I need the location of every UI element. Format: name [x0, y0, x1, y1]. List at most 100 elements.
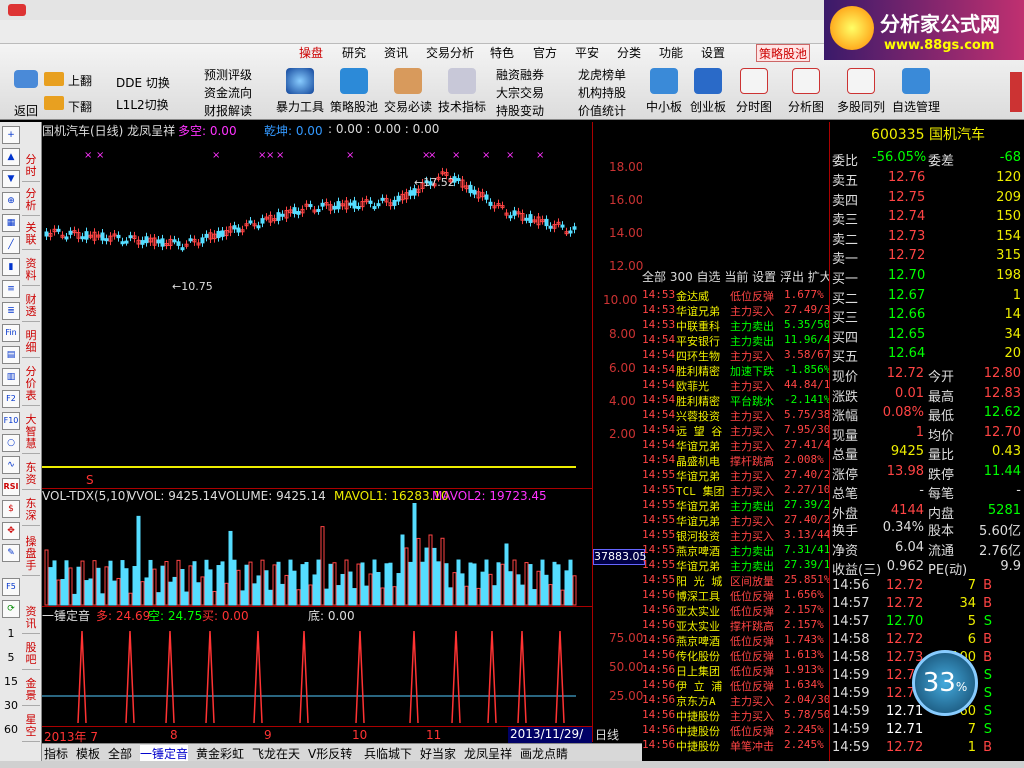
- value-stat-link[interactable]: 价值统计: [578, 102, 626, 119]
- wave-icon[interactable]: ∿: [2, 456, 20, 474]
- back-arrow-icon[interactable]: [14, 70, 38, 88]
- tech-indicator-button[interactable]: 技术指标: [434, 68, 490, 115]
- page-down-icon[interactable]: [44, 96, 64, 110]
- tab-forum[interactable]: 股吧: [22, 642, 40, 670]
- chart-sm-icon[interactable]: ▥: [2, 368, 20, 386]
- up-arrow-icon[interactable]: ▲: [2, 148, 20, 166]
- indicator-tab[interactable]: 模板: [76, 745, 100, 762]
- tape-row[interactable]: 14:55 燕京啤酒 主力卖出 7.31/41: [642, 543, 830, 558]
- analysis-chart-button[interactable]: 分析图: [780, 68, 832, 115]
- refresh-icon[interactable]: ⟳: [2, 600, 20, 618]
- tape-row[interactable]: 14:56 博深工具 低位反弹 1.656%: [642, 588, 830, 603]
- indicator-tab[interactable]: 画龙点睛: [520, 745, 568, 762]
- list-icon[interactable]: ≡: [2, 280, 20, 298]
- tab-finance[interactable]: 财透: [22, 294, 40, 322]
- tape-row[interactable]: 14:54 欧菲光 主力买入 44.84/1: [642, 378, 830, 393]
- l1l2-toggle-button[interactable]: L1L2切换: [116, 96, 169, 113]
- speed-badge[interactable]: 33%: [912, 650, 978, 716]
- tape-row[interactable]: 14:56 亚太实业 撑杆跳高 2.157%: [642, 618, 830, 633]
- tape-row[interactable]: 14:54 胜利精密 平台跳水 -2.141%: [642, 393, 830, 408]
- period-1[interactable]: 1: [2, 622, 20, 646]
- inst-hold-link[interactable]: 机构持股: [578, 84, 626, 101]
- tape-tabs[interactable]: 全部 300 自选 当前 设置 浮出 扩大: [642, 268, 830, 284]
- line-icon[interactable]: ╱: [2, 236, 20, 254]
- tape-row[interactable]: 14:54 四环生物 主力买入 3.58/67: [642, 348, 830, 363]
- power-tool-button[interactable]: 暴力工具: [272, 68, 328, 115]
- tape-row[interactable]: 14:56 中捷股份 单笔冲击 2.245%: [642, 738, 830, 753]
- move-icon[interactable]: ✥: [2, 522, 20, 540]
- indicator-tab[interactable]: 一锤定音: [140, 745, 189, 762]
- indicator-tab[interactable]: V形反转: [308, 745, 352, 762]
- tape-row[interactable]: 14:55 TCL 集团 主力买入 2.27/10: [642, 483, 830, 498]
- pen-icon[interactable]: ✎: [2, 544, 20, 562]
- tape-row[interactable]: 14:56 传化股份 低位反弹 1.613%: [642, 648, 830, 663]
- candle-bar-icon[interactable]: ▮: [2, 258, 20, 276]
- menu-pingan[interactable]: 平安: [575, 44, 599, 62]
- tab-profile[interactable]: 资料: [22, 258, 40, 286]
- menu-trade-analysis[interactable]: 交易分析: [426, 44, 474, 62]
- tape-row[interactable]: 14:55 华谊兄弟 主力卖出 27.39/2: [642, 498, 830, 513]
- tab-analysis[interactable]: 分析: [22, 188, 40, 216]
- indicator-tab[interactable]: 好当家: [420, 745, 456, 762]
- menu-official[interactable]: 官方: [533, 44, 557, 62]
- menu-strategy-pool[interactable]: 策略股池: [756, 44, 811, 62]
- period-15[interactable]: 15: [2, 670, 20, 694]
- margin-link[interactable]: 融资融券: [496, 66, 544, 83]
- indicator-tab[interactable]: 兵临城下: [364, 745, 412, 762]
- tape-row[interactable]: 14:54 华谊兄弟 主力买入 27.41/4: [642, 438, 830, 453]
- tape-row[interactable]: 14:55 华谊兄弟 主力买入 27.40/2: [642, 513, 830, 528]
- tab-price-table[interactable]: 分价表: [22, 366, 40, 406]
- tab-dongzi[interactable]: 东资: [22, 462, 40, 490]
- menu-settings[interactable]: 设置: [701, 44, 725, 62]
- tape-row[interactable]: 14:56 日上集团 低位反弹 1.913%: [642, 663, 830, 678]
- tape-row[interactable]: 14:53 中联重科 主力卖出 5.35/50: [642, 318, 830, 333]
- watchlist-manage-button[interactable]: 自选管理: [886, 68, 946, 115]
- tape-row[interactable]: 14:56 京东方A 主力买入 2.04/30: [642, 693, 830, 708]
- tape-row[interactable]: 14:54 兴蓉投资 主力买入 5.75/38: [642, 408, 830, 423]
- list2-icon[interactable]: ≣: [2, 302, 20, 320]
- tab-news[interactable]: 资讯: [22, 606, 40, 634]
- fin-icon[interactable]: Fin: [2, 324, 20, 342]
- zoom-in-icon[interactable]: ⊕: [2, 192, 20, 210]
- f5-icon[interactable]: F5: [2, 578, 20, 596]
- tab-jinjing[interactable]: 金景: [22, 678, 40, 706]
- menu-category[interactable]: 分类: [617, 44, 641, 62]
- tape-row[interactable]: 14:55 华谊兄弟 主力买入 27.40/2: [642, 468, 830, 483]
- tape-row[interactable]: 14:54 平安银行 主力卖出 11.96/4: [642, 333, 830, 348]
- toolbar-scroll-handle[interactable]: [1010, 72, 1022, 112]
- menu-news[interactable]: 资讯: [384, 44, 408, 62]
- dragon-tiger-link[interactable]: 龙虎榜单: [578, 66, 626, 83]
- tab-xingkong[interactable]: 星空: [22, 714, 40, 742]
- period-60[interactable]: 60: [2, 718, 20, 742]
- indicator-tab[interactable]: 指标: [44, 745, 68, 762]
- dollar-icon[interactable]: $: [2, 500, 20, 518]
- capital-flow-link[interactable]: 资金流向: [204, 84, 252, 101]
- tape-row[interactable]: 14:54 晶盛机电 撑杆跳高 2.008%: [642, 453, 830, 468]
- predict-rating-link[interactable]: 预测评级: [204, 66, 252, 83]
- page-up-icon[interactable]: [44, 72, 64, 86]
- tape-row[interactable]: 14:54 胜利精密 加速下跌 -1.856%: [642, 363, 830, 378]
- menu-special[interactable]: 特色: [490, 44, 514, 62]
- tab-dzh[interactable]: 大智慧: [22, 414, 40, 454]
- trade-read-button[interactable]: 交易必读: [380, 68, 436, 115]
- tape-row[interactable]: 14:53 华谊兄弟 主力买入 27.49/3: [642, 303, 830, 318]
- indicator-tab[interactable]: 飞龙在天: [252, 745, 300, 762]
- multi-stock-button[interactable]: 多股同列: [832, 68, 890, 115]
- tape-row[interactable]: 14:55 银河投资 主力买入 3.13/44: [642, 528, 830, 543]
- menu-function[interactable]: 功能: [659, 44, 683, 62]
- tape-row[interactable]: 14:56 中捷股份 低位反弹 2.245%: [642, 723, 830, 738]
- period-5[interactable]: 5: [2, 646, 20, 670]
- tape-row[interactable]: 14:53 金达威 低位反弹 1.677%: [642, 288, 830, 303]
- table-icon[interactable]: ▦: [2, 214, 20, 232]
- tab-dongshen[interactable]: 东深: [22, 498, 40, 526]
- tape-row[interactable]: 14:55 阳 光 城区间放量 25.851%: [642, 573, 830, 588]
- circle-icon[interactable]: ○: [2, 434, 20, 452]
- tape-row[interactable]: 14:56 中捷股份 主力买入 5.78/50: [642, 708, 830, 723]
- page-up-button[interactable]: 上翻: [68, 72, 92, 89]
- tab-intraday[interactable]: 分时: [22, 154, 40, 182]
- report-link[interactable]: 财报解读: [204, 102, 252, 119]
- doc-icon[interactable]: ▤: [2, 346, 20, 364]
- growth-board-button[interactable]: 创业板: [684, 68, 732, 115]
- tape-row[interactable]: 14:56 燕京啤酒 低位反弹 1.743%: [642, 633, 830, 648]
- indicator-tab[interactable]: 全部: [108, 745, 132, 762]
